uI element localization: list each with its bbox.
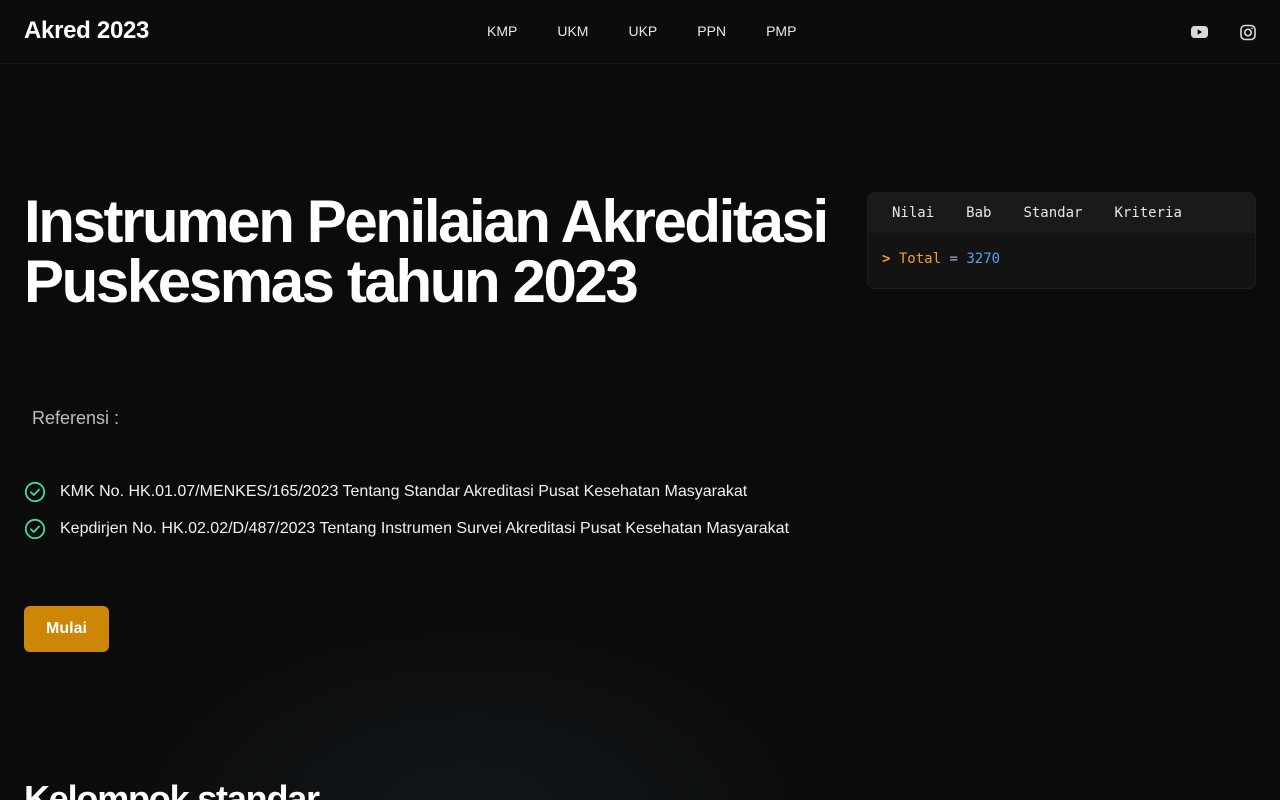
panel-tabs: Nilai Bab Standar Kriteria [868,193,1255,233]
code-output: > Total = 3270 [868,233,1255,285]
tab-bab[interactable]: Bab [966,205,991,221]
brand-logo[interactable]: Akred 2023 [24,17,149,45]
list-item: Kepdirjen No. HK.02.02/D/487/2023 Tentan… [24,518,789,540]
code-panel: Nilai Bab Standar Kriteria > Total = 327… [867,192,1256,289]
page-title: Instrumen Penilaian Akreditasi Puskesmas… [24,188,829,315]
tab-kriteria[interactable]: Kriteria [1114,205,1181,221]
main-nav: KMP UKM UKP PPN PMP [487,23,796,39]
start-button[interactable]: Mulai [24,606,109,652]
reference-text: KMK No. HK.01.07/MENKES/165/2023 Tentang… [60,483,748,500]
equals-operator: = [949,251,958,267]
nav-link-ppn[interactable]: PPN [697,23,726,39]
total-key: Total [898,251,942,267]
referensi-label: Referensi : [32,408,120,428]
nav-link-pmp[interactable]: PMP [766,23,796,39]
list-item: KMK No. HK.01.07/MENKES/165/2023 Tentang… [24,481,789,503]
nav-link-ukm[interactable]: UKM [557,23,588,39]
tab-standar[interactable]: Standar [1023,205,1082,221]
prompt-symbol: > [882,251,891,267]
reference-text: Kepdirjen No. HK.02.02/D/487/2023 Tentan… [60,520,790,537]
top-navbar: Akred 2023 KMP UKM UKP PPN PMP [0,0,1280,64]
check-circle-icon [24,518,46,540]
nav-link-kmp[interactable]: KMP [487,23,517,39]
total-value: 3270 [966,251,1001,267]
tab-nilai[interactable]: Nilai [892,205,934,221]
youtube-icon[interactable] [1191,22,1208,41]
reference-list: KMK No. HK.01.07/MENKES/165/2023 Tentang… [24,481,789,555]
nav-link-ukp[interactable]: UKP [628,23,657,39]
section-title: Kelompok standar [24,778,320,800]
check-circle-icon [24,481,46,503]
instagram-icon[interactable] [1240,22,1256,41]
